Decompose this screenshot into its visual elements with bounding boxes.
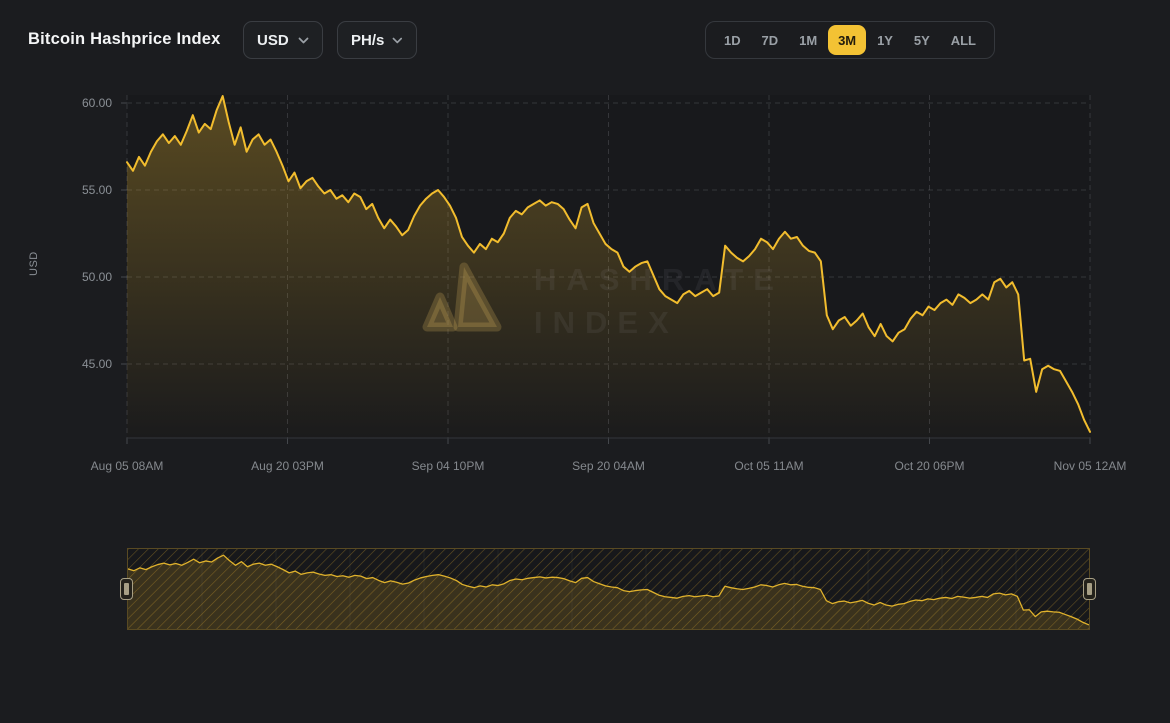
chevron-down-icon bbox=[392, 37, 403, 44]
currency-dropdown[interactable]: USD bbox=[243, 21, 323, 59]
unit-dropdown[interactable]: PH/s bbox=[337, 21, 417, 59]
range-button-all[interactable]: ALL bbox=[941, 25, 986, 55]
x-axis-tick-label: Oct 20 06PM bbox=[894, 459, 964, 473]
hashprice-index-widget: Bitcoin Hashprice Index USD PH/s 1D7D1M3… bbox=[0, 0, 1170, 723]
x-axis-tick-label: Nov 05 12AM bbox=[1054, 459, 1127, 473]
x-axis-tick-label: Oct 05 11AM bbox=[734, 459, 803, 473]
navigator[interactable] bbox=[127, 548, 1090, 630]
unit-dropdown-value: PH/s bbox=[351, 32, 384, 49]
y-axis-tick-label: 45.00 bbox=[50, 357, 112, 371]
range-button-1m[interactable]: 1M bbox=[789, 25, 827, 55]
x-axis-tick-label: Aug 05 08AM bbox=[91, 459, 164, 473]
range-button-3m[interactable]: 3M bbox=[828, 25, 866, 55]
range-button-5y[interactable]: 5Y bbox=[904, 25, 940, 55]
x-axis-tick-label: Aug 20 03PM bbox=[251, 459, 324, 473]
navigator-handle-left[interactable] bbox=[120, 578, 133, 600]
range-button-1y[interactable]: 1Y bbox=[867, 25, 903, 55]
y-axis-tick-label: 60.00 bbox=[50, 96, 112, 110]
range-selector: 1D7D1M3M1Y5YALL bbox=[705, 21, 995, 59]
navigator-handle-right[interactable] bbox=[1083, 578, 1096, 600]
currency-dropdown-value: USD bbox=[257, 32, 289, 49]
page-title: Bitcoin Hashprice Index bbox=[28, 30, 221, 49]
y-axis-tick-label: 55.00 bbox=[50, 183, 112, 197]
x-axis-tick-label: Sep 04 10PM bbox=[412, 459, 485, 473]
range-button-7d[interactable]: 7D bbox=[752, 25, 789, 55]
y-axis-tick-label: 50.00 bbox=[50, 270, 112, 284]
y-axis-title: USD bbox=[28, 252, 40, 276]
price-line-chart[interactable] bbox=[127, 95, 1090, 443]
navigator-chart[interactable] bbox=[128, 549, 1089, 629]
x-axis-tick-label: Sep 20 04AM bbox=[572, 459, 645, 473]
chevron-down-icon bbox=[298, 37, 309, 44]
range-button-1d[interactable]: 1D bbox=[714, 25, 751, 55]
